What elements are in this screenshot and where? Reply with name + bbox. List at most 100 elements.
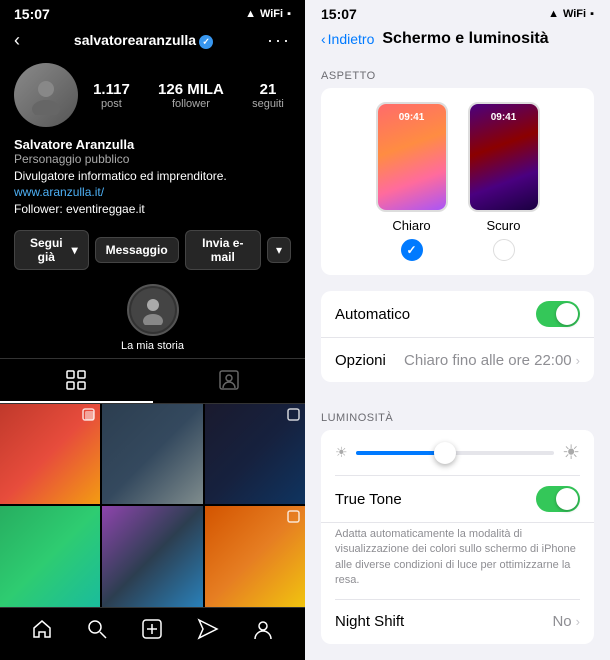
photo-cell-2[interactable] [102, 404, 202, 504]
auto-group: Automatico Opzioni Chiaro fino alle ore … [321, 291, 594, 382]
multi-icon-1 [82, 408, 96, 422]
status-icons-left: ▲ WiFi ▪ [245, 8, 291, 20]
automatico-label: Automatico [335, 306, 536, 323]
back-icon[interactable]: ‹ [14, 30, 20, 51]
bio-type: Personaggio pubblico [14, 152, 291, 166]
luminosita-header: LUMINOSITÀ [305, 398, 610, 430]
automatico-toggle[interactable] [536, 301, 580, 327]
following-stat[interactable]: 21 seguiti [252, 81, 284, 110]
brightness-low-icon: ☀ [335, 444, 348, 461]
following-label: seguiti [252, 98, 284, 110]
profile-nav-icon[interactable] [252, 618, 274, 646]
add-nav-icon[interactable] [141, 618, 163, 646]
signal-icon: ▲ [245, 8, 256, 20]
battery-icon-right: ▪ [590, 8, 594, 20]
opzioni-chevron-icon: › [576, 353, 580, 368]
light-time: 09:41 [399, 112, 425, 123]
multi-icon-3 [287, 408, 301, 422]
night-shift-label: Night Shift [335, 613, 552, 630]
bio-follower-tag: Follower: eventireggae.it [14, 201, 291, 218]
luminosity-group: ☀ ☀ True Tone Adatta automaticamente la … [321, 430, 594, 644]
bio-name: Salvatore Aranzulla [14, 137, 291, 152]
followers-count: 126 MILA [158, 81, 224, 98]
opzioni-value: Chiaro fino alle ore 22:00 [404, 352, 572, 369]
signal-icon-right: ▲ [548, 8, 559, 20]
verified-badge [199, 35, 213, 49]
more-button[interactable]: ▾ [267, 237, 291, 263]
bio-section: Salvatore Aranzulla Personaggio pubblico… [0, 133, 305, 222]
action-buttons: Segui già ▾ Messaggio Invia e-mail ▾ [0, 222, 305, 278]
photo-cell-5[interactable] [102, 506, 202, 606]
light-screen: 09:41 [378, 104, 446, 210]
photo-tabs [0, 358, 305, 404]
status-icons-right: ▲ WiFi ▪ [548, 8, 594, 20]
appearance-group: 09:41 Chiaro 09:41 Scuro [321, 88, 594, 275]
aspetto-header: ASPETTO [305, 56, 610, 88]
photo-grid [0, 404, 305, 607]
avatar [14, 63, 78, 127]
ig-header: ‹ salvatorearanzulla ··· [0, 26, 305, 57]
settings-title: Schermo e luminosità [382, 30, 548, 48]
ig-username: salvatorearanzulla [74, 32, 213, 48]
posts-stat[interactable]: 1.117 post [93, 81, 130, 110]
true-tone-label: True Tone [335, 491, 536, 508]
posts-label: post [101, 98, 122, 110]
more-icon[interactable]: ··· [267, 30, 291, 51]
photo-cell-4[interactable] [0, 506, 100, 606]
stats-row: 1.117 post 126 MILA follower 21 seguiti [86, 81, 291, 110]
profile-stats: 1.117 post 126 MILA follower 21 seguiti [0, 57, 305, 133]
appearance-options: 09:41 Chiaro 09:41 Scuro [335, 102, 580, 261]
automatico-row: Automatico [321, 291, 594, 338]
dark-option[interactable]: 09:41 Scuro [468, 102, 540, 261]
night-shift-chevron-icon: › [576, 614, 580, 629]
light-option[interactable]: 09:41 Chiaro [376, 102, 448, 261]
status-bar-right: 15:07 ▲ WiFi ▪ [305, 0, 610, 26]
multi-icon-6 [287, 510, 301, 524]
photo-cell-6[interactable] [205, 506, 305, 606]
photo-cell-1[interactable] [0, 404, 100, 504]
true-tone-toggle[interactable] [536, 486, 580, 512]
time-left: 15:07 [14, 6, 50, 22]
true-tone-row: True Tone [321, 476, 594, 523]
wifi-icon: WiFi [260, 8, 283, 20]
back-link[interactable]: ‹ Indietro [321, 31, 374, 47]
dark-screen: 09:41 [470, 104, 538, 210]
opzioni-row[interactable]: Opzioni Chiaro fino alle ore 22:00 › [321, 338, 594, 382]
send-nav-icon[interactable] [197, 618, 219, 646]
posts-count: 1.117 [93, 81, 130, 98]
slider-thumb [434, 442, 456, 464]
slider-fill [356, 451, 445, 455]
night-shift-row[interactable]: Night Shift No › [321, 600, 594, 644]
night-shift-value: No [552, 613, 571, 630]
followers-label: follower [172, 98, 210, 110]
settings-panel: 15:07 ▲ WiFi ▪ ‹ Indietro Schermo e lumi… [305, 0, 610, 660]
story-label: La mia storia [121, 340, 184, 352]
brightness-row: ☀ ☀ [321, 430, 594, 475]
photo-cell-3[interactable] [205, 404, 305, 504]
followers-stat[interactable]: 126 MILA follower [158, 81, 224, 110]
story-section[interactable]: La mia storia [0, 278, 305, 358]
dark-preview: 09:41 [468, 102, 540, 212]
true-tone-description: Adatta automaticamente la modalità di vi… [321, 523, 594, 599]
brightness-high-icon: ☀ [562, 440, 580, 465]
light-check [401, 239, 423, 261]
wifi-icon-right: WiFi [563, 8, 586, 20]
tab-grid[interactable] [0, 359, 153, 403]
light-label: Chiaro [392, 218, 430, 233]
email-button[interactable]: Invia e-mail [185, 230, 261, 270]
message-button[interactable]: Messaggio [95, 237, 179, 263]
chevron-left-icon: ‹ [321, 31, 326, 47]
light-preview: 09:41 [376, 102, 448, 212]
instagram-panel: 15:07 ▲ WiFi ▪ ‹ salvatorearanzulla ··· … [0, 0, 305, 660]
dark-time: 09:41 [491, 112, 517, 123]
bio-website[interactable]: www.aranzulla.it/ [14, 185, 291, 199]
brightness-slider[interactable] [356, 451, 555, 455]
dropdown-arrow-icon: ▾ [72, 243, 78, 257]
search-nav-icon[interactable] [86, 618, 108, 646]
tab-tagged[interactable] [153, 359, 306, 403]
follow-button[interactable]: Segui già ▾ [14, 230, 89, 270]
story-avatar[interactable] [127, 284, 179, 336]
nav-header: ‹ Indietro Schermo e luminosità [305, 26, 610, 56]
bottom-nav [0, 607, 305, 660]
home-nav-icon[interactable] [31, 618, 53, 646]
